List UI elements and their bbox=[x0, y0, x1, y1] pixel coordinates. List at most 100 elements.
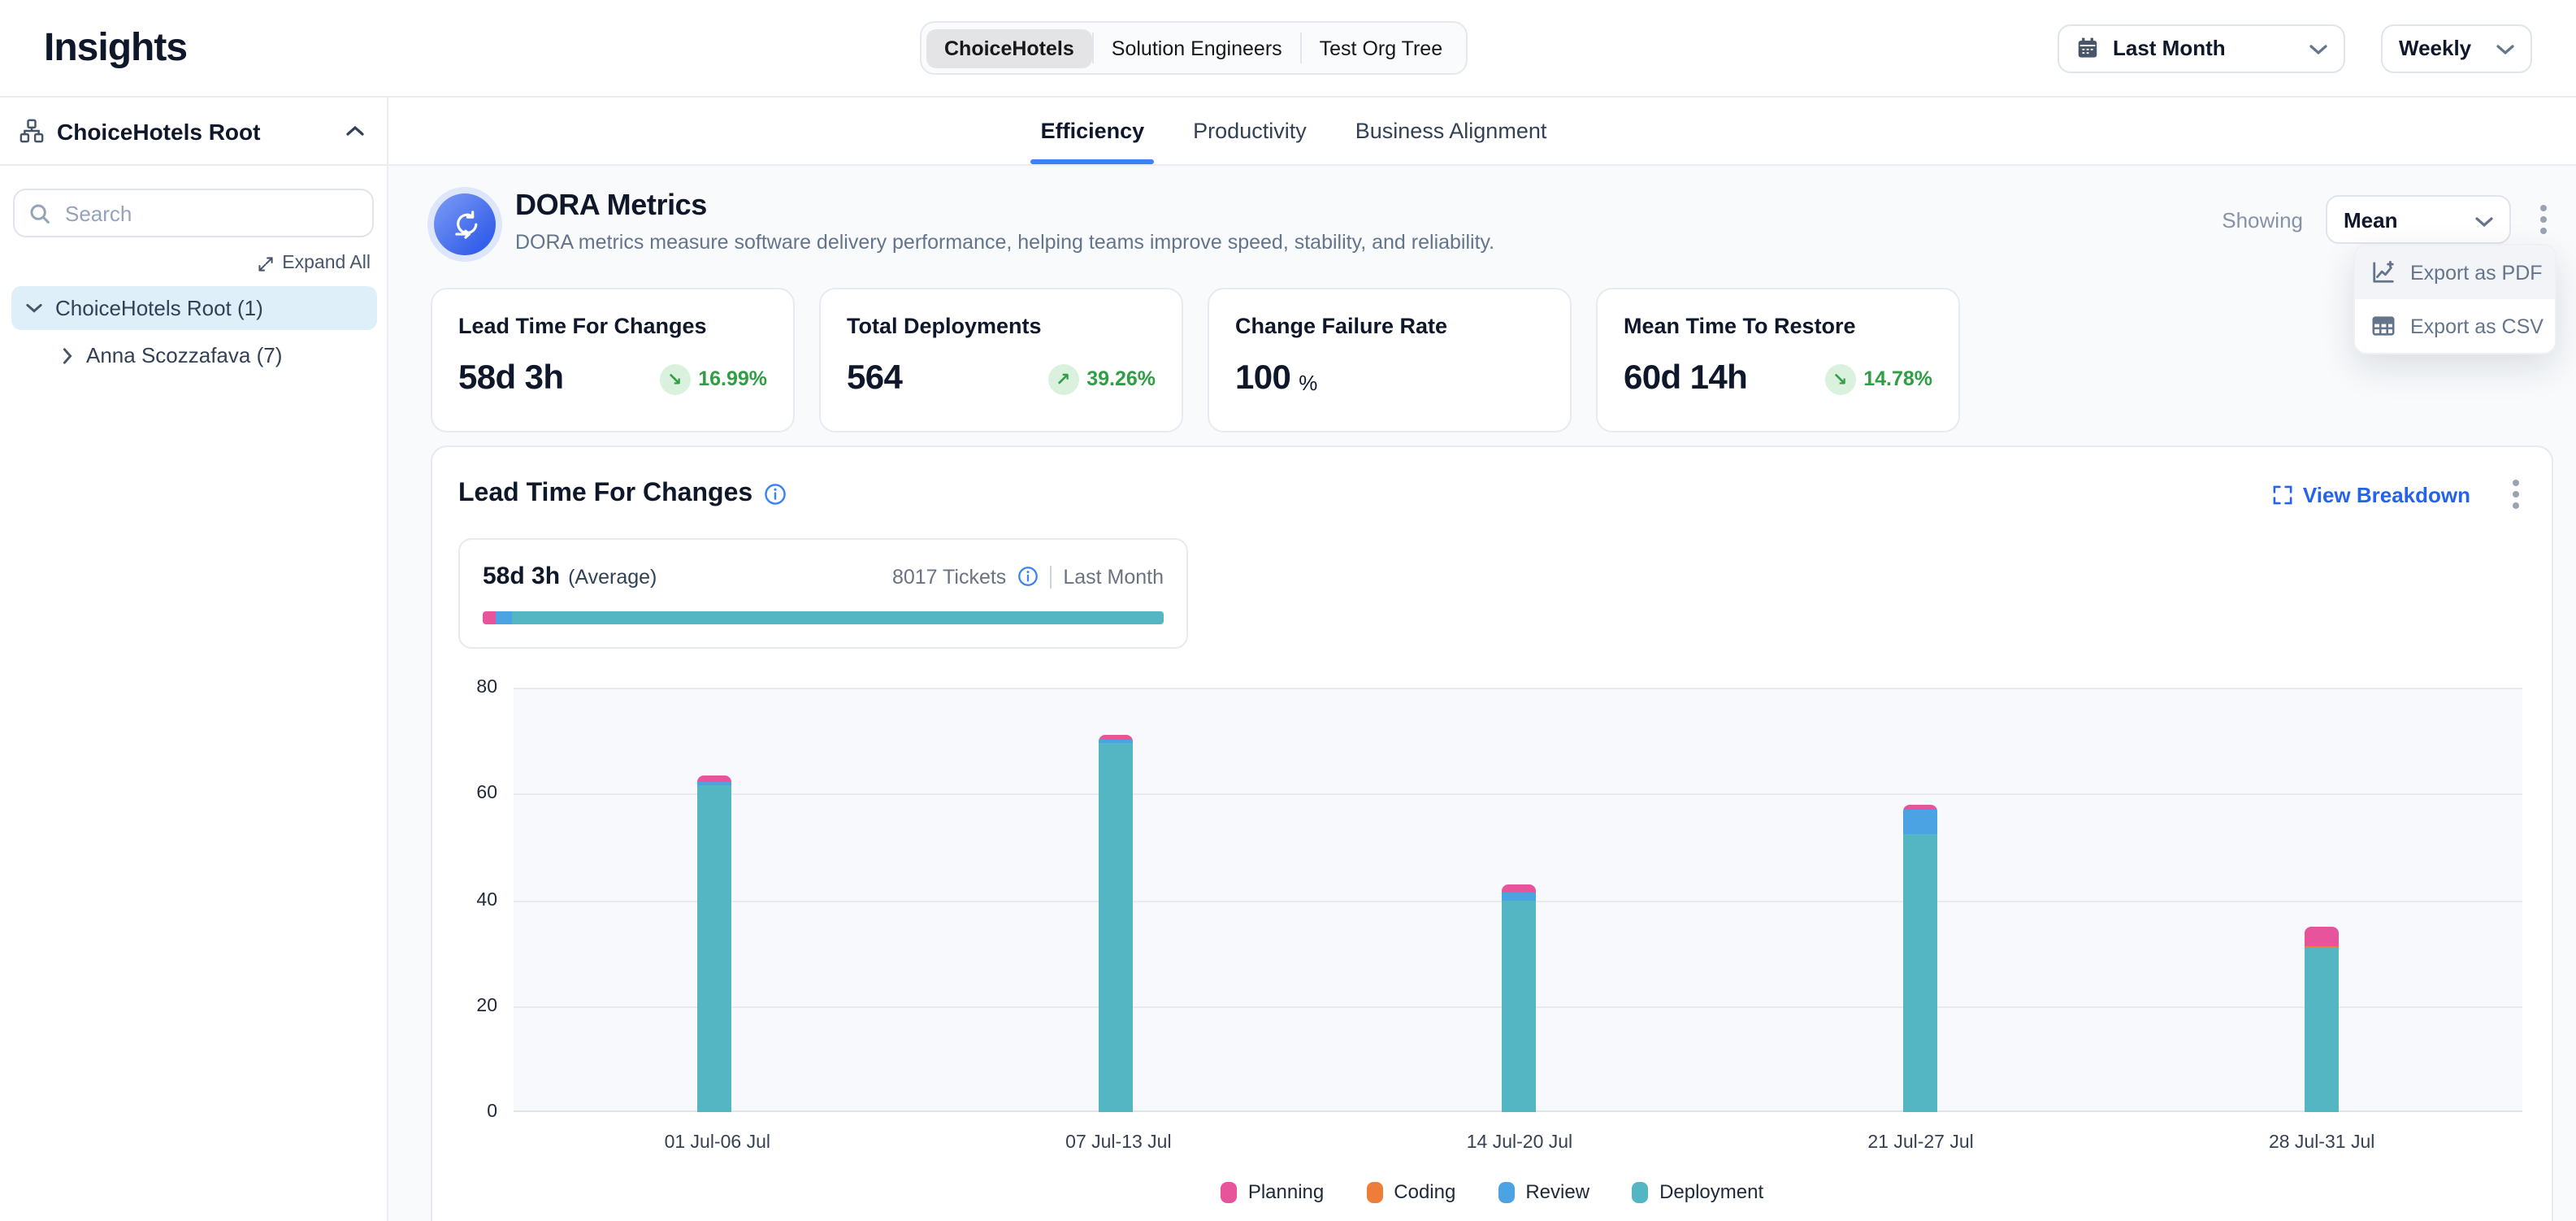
tab-efficiency[interactable]: Efficiency bbox=[1041, 98, 1145, 164]
legend-label: Planning bbox=[1248, 1180, 1324, 1203]
trend-down-icon: ↘ bbox=[1824, 363, 1855, 394]
card-value: 100 bbox=[1235, 359, 1290, 398]
tree-item-label: Anna Scozzafava (7) bbox=[86, 343, 282, 367]
trend-value: 14.78% bbox=[1863, 367, 1932, 390]
distribution-segment-review bbox=[495, 611, 511, 624]
summary-meta: 8017 Tickets Last Month bbox=[892, 565, 1164, 588]
chart-plot bbox=[514, 688, 2522, 1112]
lead-time-chart: 806040200 bbox=[458, 688, 2526, 1112]
legend-item-deployment[interactable]: Deployment bbox=[1632, 1180, 1763, 1203]
chevron-down-icon bbox=[26, 302, 42, 314]
card-title: Total Deployments bbox=[847, 314, 1156, 338]
insights-page: Insights ChoiceHotels Solution Engineers… bbox=[0, 0, 2576, 1221]
bar-segment-review bbox=[1501, 893, 1535, 902]
divider bbox=[1050, 565, 1052, 588]
export-csv-menu-item[interactable]: Export as CSV bbox=[2355, 299, 2555, 353]
card-total-deployments: Total Deployments 564 ↗ 39.26% bbox=[819, 288, 1183, 432]
trend-badge: ↘ 14.78% bbox=[1824, 363, 1932, 394]
sidebar-collapse-button[interactable] bbox=[343, 122, 367, 140]
granularity-value: Weekly bbox=[2399, 36, 2471, 60]
card-title: Mean Time To Restore bbox=[1624, 314, 1932, 338]
y-axis-label: 80 bbox=[476, 678, 497, 697]
tab-productivity[interactable]: Productivity bbox=[1193, 98, 1307, 164]
info-icon[interactable] bbox=[764, 483, 787, 506]
legend-swatch-icon bbox=[1498, 1181, 1514, 1202]
metric-cards: Lead Time For Changes 58d 3h ↘ 16.99% To… bbox=[431, 288, 2553, 432]
showing-select[interactable]: Mean bbox=[2326, 195, 2511, 244]
bar-slot bbox=[2121, 688, 2522, 1112]
tab-business-alignment[interactable]: Business Alignment bbox=[1355, 98, 1547, 164]
trend-down-icon: ↘ bbox=[659, 363, 690, 394]
chevron-down-icon bbox=[2496, 36, 2514, 60]
granularity-select[interactable]: Weekly bbox=[2381, 24, 2532, 72]
panel-actions: View Breakdown bbox=[2262, 473, 2526, 515]
bar-slot bbox=[514, 688, 915, 1112]
expand-icon bbox=[256, 254, 274, 272]
expand-corners-icon bbox=[2272, 484, 2293, 505]
bar-segment-deployment bbox=[1099, 742, 1134, 1112]
bar-segment-deployment bbox=[1501, 902, 1535, 1112]
x-axis-label: 14 Jul-20 Jul bbox=[1319, 1133, 1720, 1153]
summary-value: 58d 3h bbox=[483, 563, 560, 590]
export-pdf-menu-item[interactable]: Export as PDF bbox=[2355, 246, 2555, 299]
bar-slot bbox=[1719, 688, 2120, 1112]
stacked-bar-3[interactable] bbox=[1501, 884, 1535, 1112]
x-axis-label: 07 Jul-13 Jul bbox=[918, 1133, 1320, 1153]
expand-all-label: Expand All bbox=[282, 254, 371, 273]
card-unit: % bbox=[1299, 371, 1317, 398]
org-tab-solution-engineers[interactable]: Solution Engineers bbox=[1094, 28, 1300, 67]
panel-more-menu-button[interactable] bbox=[2506, 473, 2526, 515]
legend-label: Coding bbox=[1394, 1180, 1455, 1203]
card-value: 60d 14h bbox=[1624, 359, 1747, 398]
stacked-bar-5[interactable] bbox=[2305, 928, 2339, 1112]
dora-header: DORA Metrics DORA metrics measure softwa… bbox=[431, 189, 2553, 255]
tree-item-anna-scozzafava[interactable]: Anna Scozzafava (7) bbox=[0, 333, 387, 377]
summary-period: Last Month bbox=[1063, 565, 1164, 588]
expand-all-button[interactable]: Expand All bbox=[0, 254, 371, 273]
legend-item-planning[interactable]: Planning bbox=[1221, 1180, 1324, 1203]
org-switcher: ChoiceHotels Solution Engineers Test Org… bbox=[920, 21, 1467, 75]
panel-title-text: Lead Time For Changes bbox=[458, 480, 752, 509]
calendar-icon bbox=[2075, 36, 2100, 60]
tickets-count: 8017 Tickets bbox=[892, 565, 1006, 588]
search-input[interactable] bbox=[62, 199, 358, 227]
top-right-controls: Last Month Weekly bbox=[2058, 24, 2532, 72]
showing-label: Showing bbox=[2222, 207, 2303, 232]
dora-more-menu-button[interactable] bbox=[2534, 198, 2553, 241]
card-value: 564 bbox=[847, 359, 902, 398]
view-breakdown-button[interactable]: View Breakdown bbox=[2262, 480, 2480, 508]
trend-value: 16.99% bbox=[698, 367, 767, 390]
trend-badge: ↘ 16.99% bbox=[659, 363, 767, 394]
stacked-bar-2[interactable] bbox=[1099, 735, 1134, 1112]
legend-label: Deployment bbox=[1659, 1180, 1763, 1203]
info-icon[interactable] bbox=[1017, 566, 1039, 587]
legend-swatch-icon bbox=[1632, 1181, 1648, 1202]
tree-item-choicehotels-root[interactable]: ChoiceHotels Root (1) bbox=[11, 286, 377, 330]
bar-segment-planning bbox=[2305, 928, 2339, 946]
date-range-select[interactable]: Last Month bbox=[2058, 24, 2345, 72]
panel-title: Lead Time For Changes bbox=[458, 480, 787, 509]
org-tab-test-org-tree[interactable]: Test Org Tree bbox=[1302, 28, 1460, 67]
y-axis: 806040200 bbox=[458, 688, 514, 1112]
org-tree-sidebar: ChoiceHotels Root Expand All ChoiceHotel… bbox=[0, 98, 388, 1221]
legend-item-coding[interactable]: Coding bbox=[1366, 1180, 1455, 1203]
sidebar-header: ChoiceHotels Root bbox=[0, 98, 387, 166]
lead-time-panel: Lead Time For Changes View Breakdown bbox=[431, 445, 2553, 1221]
org-hierarchy-icon bbox=[20, 119, 44, 143]
lead-time-summary-card: 58d 3h (Average) 8017 Tickets Last Month bbox=[458, 538, 1188, 649]
stacked-bar-1[interactable] bbox=[697, 776, 731, 1112]
card-change-failure-rate: Change Failure Rate 100 % bbox=[1208, 288, 1572, 432]
bars-layer bbox=[514, 688, 2522, 1112]
search-box bbox=[13, 189, 374, 237]
trend-badge: ↗ 39.26% bbox=[1047, 363, 1156, 394]
org-tab-choicehotels[interactable]: ChoiceHotels bbox=[926, 28, 1092, 67]
distribution-segment-deployment bbox=[511, 611, 1164, 624]
date-range-value: Last Month bbox=[2113, 36, 2226, 60]
section-tabs: Efficiency Productivity Business Alignme… bbox=[388, 98, 2576, 166]
legend-item-review[interactable]: Review bbox=[1498, 1180, 1589, 1203]
x-axis-label: 21 Jul-27 Jul bbox=[1720, 1133, 2122, 1153]
y-axis-label: 0 bbox=[487, 1102, 497, 1122]
summary-qualifier: (Average) bbox=[568, 565, 657, 588]
export-menu: Export as PDF Export as CSV bbox=[2353, 244, 2556, 354]
stacked-bar-4[interactable] bbox=[1902, 806, 1936, 1112]
